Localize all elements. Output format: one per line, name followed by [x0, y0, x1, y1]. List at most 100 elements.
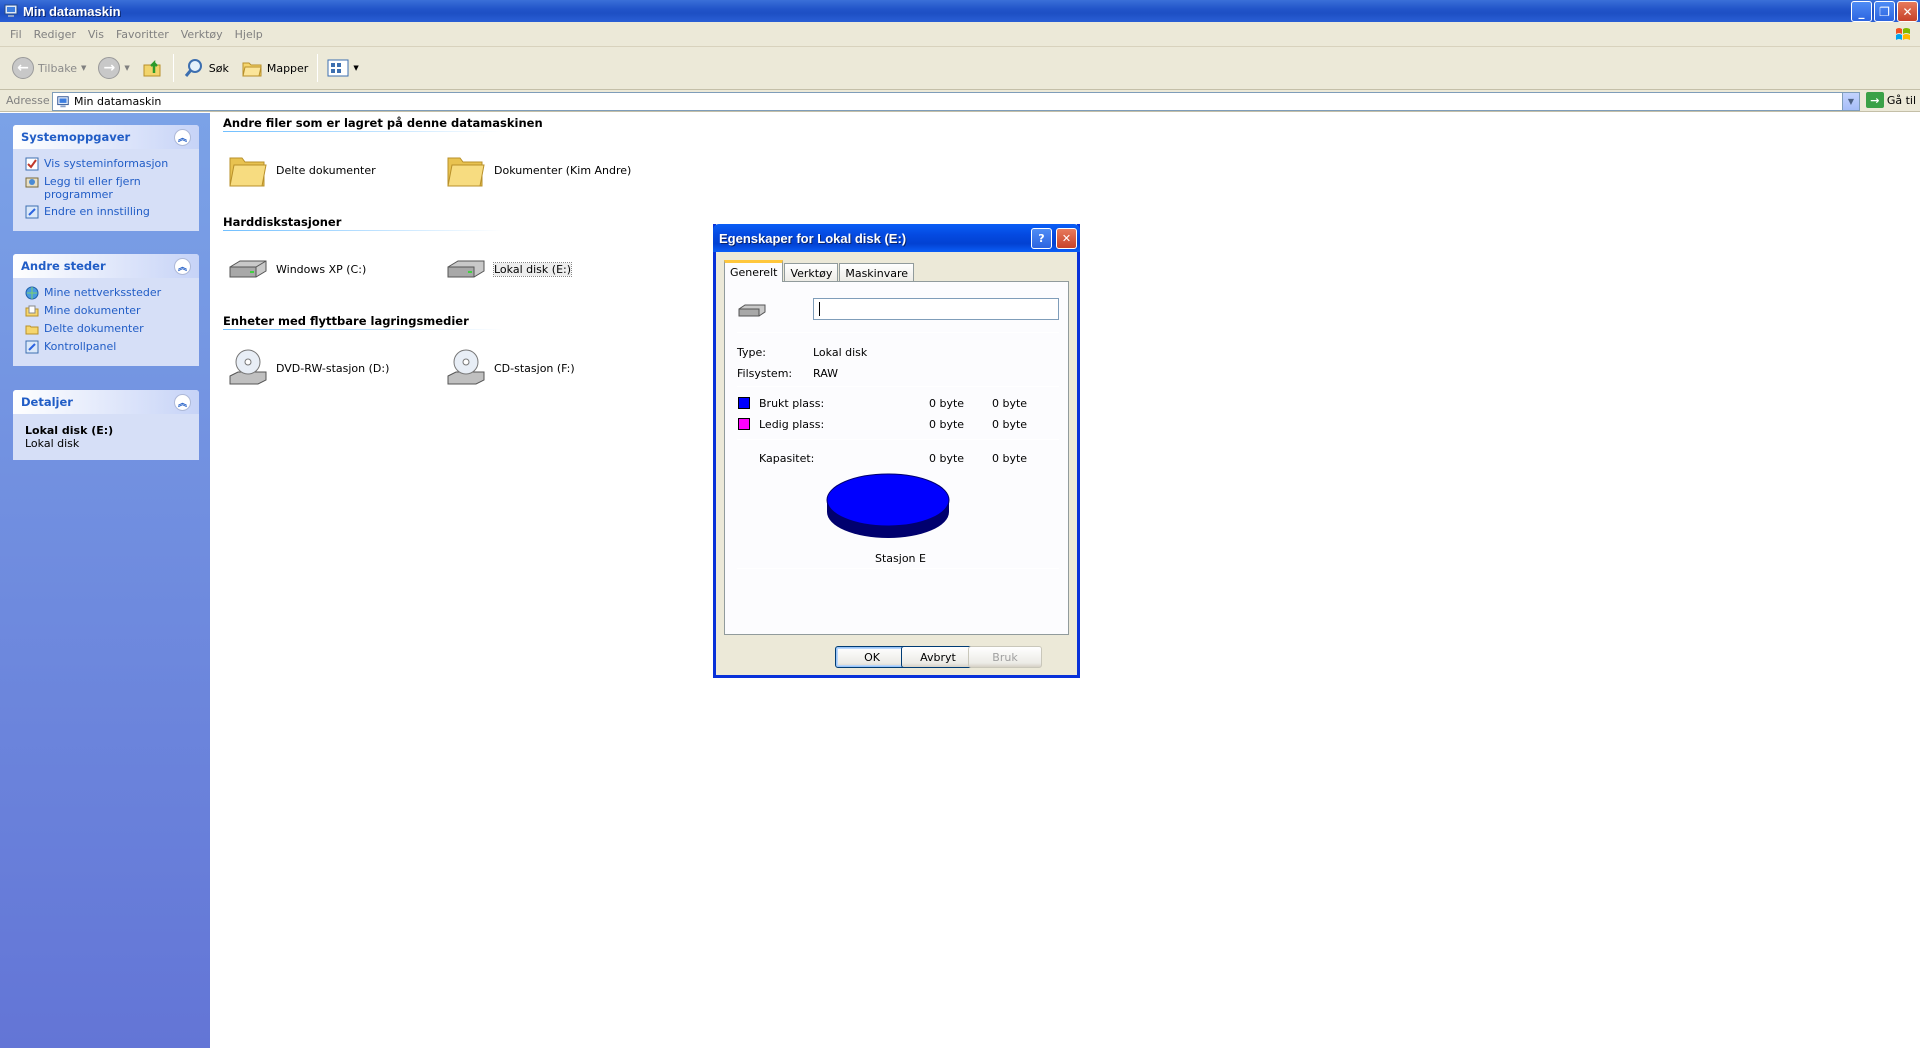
chevron-down-icon: ▼ — [124, 64, 130, 72]
menu-tools[interactable]: Verktøy — [175, 28, 229, 41]
collapse-icon[interactable]: ︽ — [174, 257, 191, 275]
folders-button[interactable]: Mapper — [235, 51, 315, 85]
cancel-button[interactable]: Avbryt — [901, 646, 975, 668]
details-panel: Detaljer ︽ Lokal disk (E:) Lokal disk — [13, 390, 199, 460]
window-titlebar[interactable]: Min datamaskin _ ❐ ✕ — [0, 0, 1920, 22]
views-button[interactable]: ▼ — [321, 51, 364, 85]
general-tab-panel: Type: Lokal disk Filsystem: RAW Brukt pl… — [724, 281, 1069, 635]
system-tasks-header[interactable]: Systemoppgaver ︽ — [13, 125, 199, 149]
group-divider — [223, 329, 503, 330]
link-shared-documents[interactable]: Delte dokumenter — [25, 322, 191, 336]
details-type: Lokal disk — [25, 437, 80, 450]
details-header[interactable]: Detaljer ︽ — [13, 390, 199, 414]
link-control-panel[interactable]: Kontrollpanel — [25, 340, 191, 354]
address-input[interactable]: Min datamaskin ▼ — [52, 92, 1860, 111]
control-panel-icon — [25, 205, 39, 219]
item-shared-documents[interactable]: Delte dokumenter — [226, 148, 376, 192]
menu-view[interactable]: Vis — [82, 28, 110, 41]
ok-button[interactable]: OK — [835, 646, 909, 668]
item-user-documents[interactable]: Dokumenter (Kim Andre) — [444, 148, 631, 192]
divider — [737, 386, 1059, 387]
folder-icon — [229, 157, 267, 187]
menu-edit[interactable]: Rediger — [28, 28, 82, 41]
link-change-setting[interactable]: Endre en innstilling — [25, 205, 191, 219]
up-button[interactable] — [136, 51, 170, 85]
item-drive-e[interactable]: Lokal disk (E:) — [444, 247, 573, 291]
back-arrow-icon: ← — [12, 57, 34, 79]
menu-file[interactable]: Fil — [4, 28, 28, 41]
group-title-hdd: Harddiskstasjoner — [223, 215, 342, 229]
apply-button[interactable]: Bruk — [968, 646, 1042, 668]
other-places-header[interactable]: Andre steder ︽ — [13, 254, 199, 278]
forward-button[interactable]: → ▼ — [92, 51, 135, 85]
divider — [737, 332, 1059, 333]
folders-label: Mapper — [266, 61, 309, 75]
collapse-icon[interactable]: ︽ — [174, 393, 191, 411]
address-value: Min datamaskin — [74, 95, 162, 108]
help-button[interactable]: ? — [1031, 228, 1052, 249]
chevron-down-icon: ▼ — [80, 64, 87, 72]
forward-arrow-icon: → — [98, 57, 121, 79]
item-drive-f[interactable]: CD-stasjon (F:) — [444, 346, 575, 390]
drive-label: Stasjon E — [875, 552, 926, 565]
disk-usage-pie — [826, 473, 950, 538]
volume-name-input[interactable] — [813, 298, 1059, 320]
capacity-bytes: 0 byte — [929, 452, 965, 465]
text-cursor — [819, 302, 820, 316]
dialog-close-button[interactable]: ✕ — [1056, 228, 1077, 249]
menu-favorites[interactable]: Favoritter — [110, 28, 175, 41]
back-button[interactable]: ← Tilbake ▼ — [6, 51, 92, 85]
used-space-bytes: 0 byte — [929, 397, 965, 410]
hard-drive-icon — [229, 260, 267, 278]
task-pane: Systemoppgaver ︽ Vis systeminformasjon L… — [0, 113, 210, 1048]
group-title-files: Andre filer som er lagret på denne datam… — [223, 116, 543, 130]
folder-up-icon — [143, 59, 161, 77]
group-divider — [223, 131, 503, 132]
type-value: Lokal disk — [813, 346, 868, 359]
hard-drive-icon — [738, 304, 766, 317]
divider — [737, 439, 1059, 440]
other-places-title: Andre steder — [21, 259, 106, 273]
add-remove-programs-icon — [25, 177, 39, 188]
details-title: Detaljer — [21, 395, 73, 409]
system-tasks-panel: Systemoppgaver ︽ Vis systeminformasjon L… — [13, 125, 199, 231]
dialog-tabs: Generelt Verktøy Maskinvare — [724, 260, 915, 282]
free-space-bytes: 0 byte — [929, 418, 965, 431]
go-button[interactable]: → Gå til — [1865, 92, 1916, 108]
group-divider — [223, 230, 503, 231]
folder-icon — [25, 325, 39, 335]
my-computer-icon — [57, 95, 69, 107]
divider — [737, 568, 1059, 569]
chevron-down-icon: ▼ — [353, 64, 359, 72]
link-my-documents[interactable]: Mine dokumenter — [25, 304, 191, 318]
address-bar: Adresse Min datamaskin ▼ → Gå til — [0, 90, 1920, 112]
search-button[interactable]: Søk — [177, 51, 235, 85]
item-drive-c[interactable]: Windows XP (C:) — [226, 247, 366, 291]
tab-hardware[interactable]: Maskinvare — [839, 263, 915, 282]
dialog-title: Egenskaper for Lokal disk (E:) — [719, 230, 907, 246]
address-label: Adresse — [6, 94, 50, 107]
link-network-places[interactable]: Mine nettverkssteder — [25, 286, 191, 300]
address-dropdown-button[interactable]: ▼ — [1842, 93, 1859, 110]
toolbar: ← Tilbake ▼ → ▼ Søk Mapper ▼ — [0, 47, 1920, 90]
go-arrow-icon: → — [1865, 92, 1884, 108]
dialog-titlebar[interactable]: Egenskaper for Lokal disk (E:) ? ✕ — [713, 224, 1080, 252]
link-add-remove-programs[interactable]: Legg til eller fjern programmer — [25, 175, 191, 201]
window-title: Min datamaskin — [23, 3, 121, 19]
collapse-icon[interactable]: ︽ — [174, 128, 191, 146]
toolbar-separator — [317, 54, 319, 82]
close-button[interactable]: ✕ — [1897, 1, 1918, 22]
minimize-button[interactable]: _ — [1851, 1, 1872, 22]
item-drive-d[interactable]: DVD-RW-stasjon (D:) — [226, 346, 389, 390]
type-label: Type: — [737, 346, 766, 359]
properties-dialog: Egenskaper for Lokal disk (E:) ? ✕ Gener… — [713, 224, 1080, 678]
tab-general[interactable]: Generelt — [724, 260, 784, 282]
network-places-icon — [25, 286, 39, 300]
menu-help[interactable]: Hjelp — [229, 28, 269, 41]
link-system-info[interactable]: Vis systeminformasjon — [25, 157, 191, 171]
restore-button[interactable]: ❐ — [1874, 1, 1895, 22]
control-panel-icon — [25, 340, 39, 354]
tab-tools[interactable]: Verktøy — [784, 263, 839, 282]
free-space-label: Ledig plass: — [759, 418, 825, 431]
back-label: Tilbake — [38, 61, 77, 75]
